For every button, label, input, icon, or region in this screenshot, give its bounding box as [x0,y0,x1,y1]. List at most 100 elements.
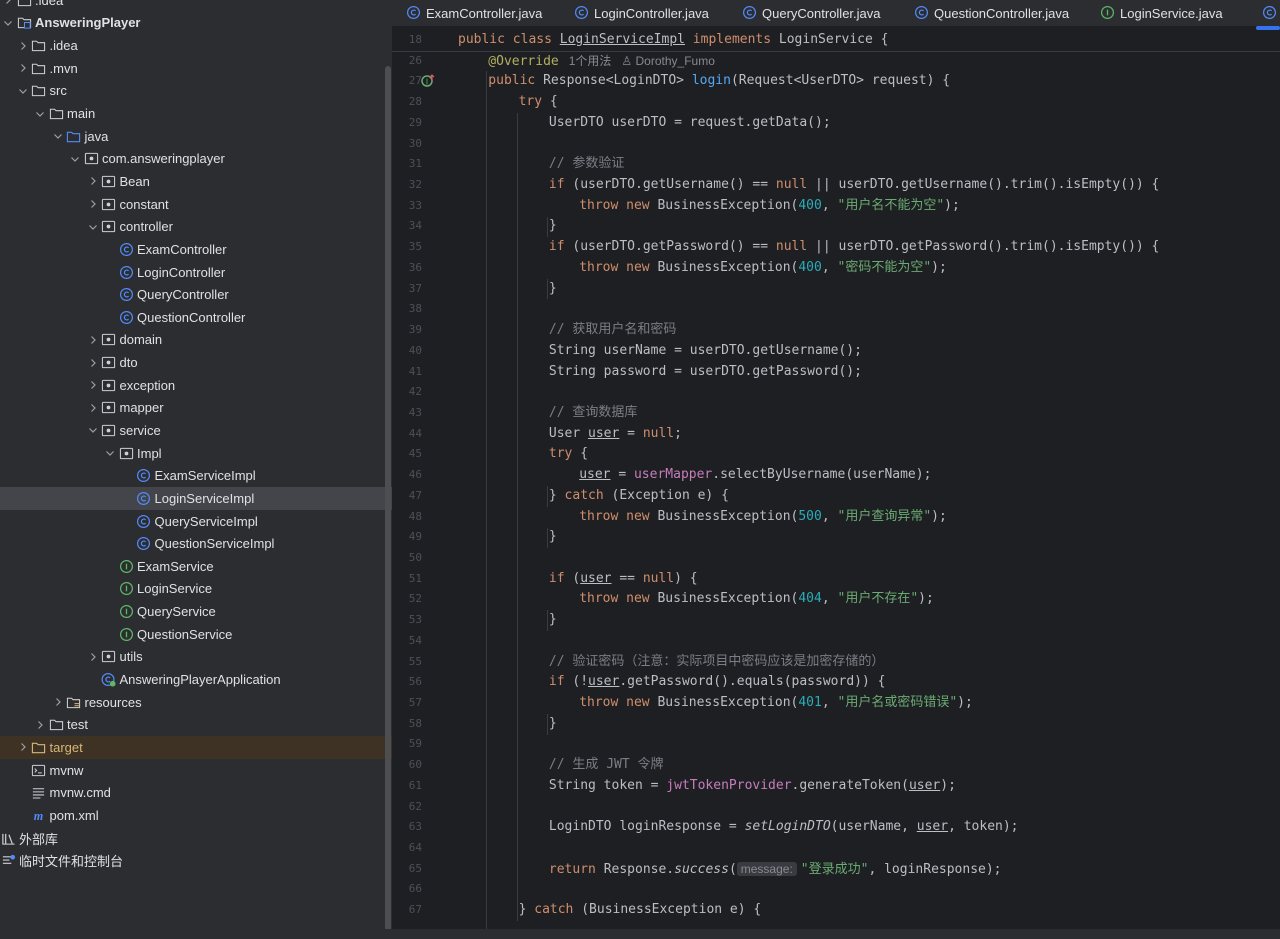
tab-overflow-area[interactable] [1256,0,1280,26]
code-line[interactable]: if (!user.getPassword().equals(password)… [458,672,1280,693]
tree-item-querycontroller[interactable]: QueryController [0,283,392,306]
code-line[interactable]: // 参数验证 [458,154,1280,175]
tree-item-dto[interactable]: dto [0,351,392,374]
project-tree-scrollbar[interactable] [385,66,391,931]
code-line[interactable] [458,134,1280,155]
editor-tab-querycontroller-java[interactable]: QueryController.java [728,0,895,26]
code-line[interactable] [458,631,1280,652]
code-line[interactable]: try { [458,444,1280,465]
code-line[interactable]: if (user == null) { [458,569,1280,590]
code-line[interactable]: @Override 1个用法 ♙ Dorothy_Fumo [458,51,1280,72]
code-line[interactable] [458,879,1280,900]
chevron-right-icon[interactable] [85,196,101,212]
tree-item-utils[interactable]: utils [0,646,392,669]
chevron-right-icon[interactable] [85,332,101,348]
tree-item-logincontroller[interactable]: LoginController [0,261,392,284]
code-line[interactable] [458,548,1280,569]
tree-item-service[interactable]: service [0,419,392,442]
tree-item-exception[interactable]: exception [0,374,392,397]
tree-item-[interactable]: 临时文件和控制台 [0,849,392,872]
code-line[interactable]: UserDTO userDTO = request.getData(); [458,113,1280,134]
code-line[interactable]: throw new BusinessException(401, "用户名或密码… [458,693,1280,714]
chevron-down-icon[interactable] [15,83,31,99]
code-line[interactable]: if (userDTO.getUsername() == null || use… [458,175,1280,196]
tree-item-controller[interactable]: controller [0,215,392,238]
code-line[interactable] [458,838,1280,859]
chevron-down-icon[interactable] [85,422,101,438]
code-line[interactable] [458,797,1280,818]
code-line[interactable]: String password = userDTO.getPassword(); [458,362,1280,383]
code-line[interactable]: // 生成 JWT 令牌 [458,755,1280,776]
tree-item-examservice[interactable]: ExamService [0,555,392,578]
code-line[interactable]: throw new BusinessException(404, "用户不存在"… [458,589,1280,610]
code-line[interactable]: // 查询数据库 [458,403,1280,424]
tree-item-test[interactable]: test [0,714,392,737]
tree-item-resources[interactable]: resources [0,691,392,714]
code-line[interactable]: user = userMapper.selectByUsername(userN… [458,465,1280,486]
code-line[interactable] [458,299,1280,320]
tree-item-target[interactable]: target [0,736,392,759]
tree-item-idea[interactable]: .idea [0,0,392,12]
tree-item-main[interactable]: main [0,102,392,125]
code-lines[interactable]: public class LoginServiceImpl implements… [458,30,1280,939]
tree-item-[interactable]: 外部库 [0,827,392,850]
chevron-right-icon[interactable] [85,355,101,371]
implements-method-icon[interactable]: I [420,73,436,89]
chevron-down-icon[interactable] [85,219,101,235]
code-line[interactable]: User user = null; [458,424,1280,445]
tree-item-examserviceimpl[interactable]: ExamServiceImpl [0,464,392,487]
chevron-right-icon[interactable] [85,649,101,665]
chevron-down-icon[interactable] [0,15,16,31]
chevron-right-icon[interactable] [85,377,101,393]
tree-item-mvnw-cmd[interactable]: mvnw.cmd [0,781,392,804]
code-line[interactable] [458,382,1280,403]
tree-item-queryservice[interactable]: QueryService [0,600,392,623]
code-line[interactable]: String token = jwtTokenProvider.generate… [458,776,1280,797]
chevron-down-icon[interactable] [102,445,118,461]
code-line[interactable]: if (userDTO.getPassword() == null || use… [458,237,1280,258]
code-line[interactable]: } [458,527,1280,548]
chevron-right-icon[interactable] [85,400,101,416]
tree-item-questioncontroller[interactable]: QuestionController [0,306,392,329]
code-line[interactable]: try { [458,92,1280,113]
code-line[interactable] [458,734,1280,755]
tree-item-constant[interactable]: constant [0,193,392,216]
code-editor[interactable]: 18 26 27 28 29 30 31 32 33 34 35 36 37 38 39 40 41 42 43 44… [392,30,1280,939]
code-line[interactable]: } [458,279,1280,300]
tree-item-idea[interactable]: .idea [0,34,392,57]
chevron-right-icon[interactable] [15,38,31,54]
code-line[interactable]: } [458,610,1280,631]
chevron-down-icon[interactable] [32,106,48,122]
code-line[interactable]: } catch (Exception e) { [458,486,1280,507]
editor-tab-questioncontroller-java[interactable]: QuestionController.java [900,0,1083,26]
chevron-right-icon[interactable] [15,60,31,76]
tree-item-java[interactable]: java [0,125,392,148]
editor-tab-loginservice-java[interactable]: LoginService.java [1086,0,1237,26]
chevron-right-icon[interactable] [85,173,101,189]
chevron-right-icon[interactable] [32,717,48,733]
code-line[interactable]: throw new BusinessException(400, "用户名不能为… [458,196,1280,217]
code-line[interactable]: LoginDTO loginResponse = setLoginDTO(use… [458,817,1280,838]
tree-item-pom-xml[interactable]: m pom.xml [0,804,392,827]
editor-tab-examcontroller-java[interactable]: ExamController.java [392,0,556,26]
tree-item-mvnw[interactable]: mvnw [0,759,392,782]
editor-tab-logincontroller-java[interactable]: LoginController.java [560,0,723,26]
chevron-right-icon[interactable] [15,739,31,755]
tree-item-queryserviceimpl[interactable]: QueryServiceImpl [0,510,392,533]
tree-item-mvn[interactable]: .mvn [0,57,392,80]
tree-item-bean[interactable]: Bean [0,170,392,193]
tree-item-loginservice[interactable]: LoginService [0,578,392,601]
tree-item-questionservice[interactable]: QuestionService [0,623,392,646]
code-line[interactable]: return Response.success(message: "登录成功", … [458,859,1280,880]
tree-item-domain[interactable]: domain [0,329,392,352]
tree-item-src[interactable]: src [0,80,392,103]
tree-item-impl[interactable]: Impl [0,442,392,465]
code-line[interactable]: String userName = userDTO.getUsername(); [458,341,1280,362]
code-line[interactable]: throw new BusinessException(400, "密码不能为空… [458,258,1280,279]
code-line[interactable]: // 获取用户名和密码 [458,320,1280,341]
tree-item-answeringplayer[interactable]: AnsweringPlayer [0,12,392,35]
code-line[interactable]: } [458,714,1280,735]
code-line[interactable]: public class LoginServiceImpl implements… [458,30,1280,51]
code-line[interactable]: // 验证密码（注意：实际项目中密码应该是加密存储的） [458,652,1280,673]
tree-item-loginserviceimpl[interactable]: LoginServiceImpl [0,487,392,510]
